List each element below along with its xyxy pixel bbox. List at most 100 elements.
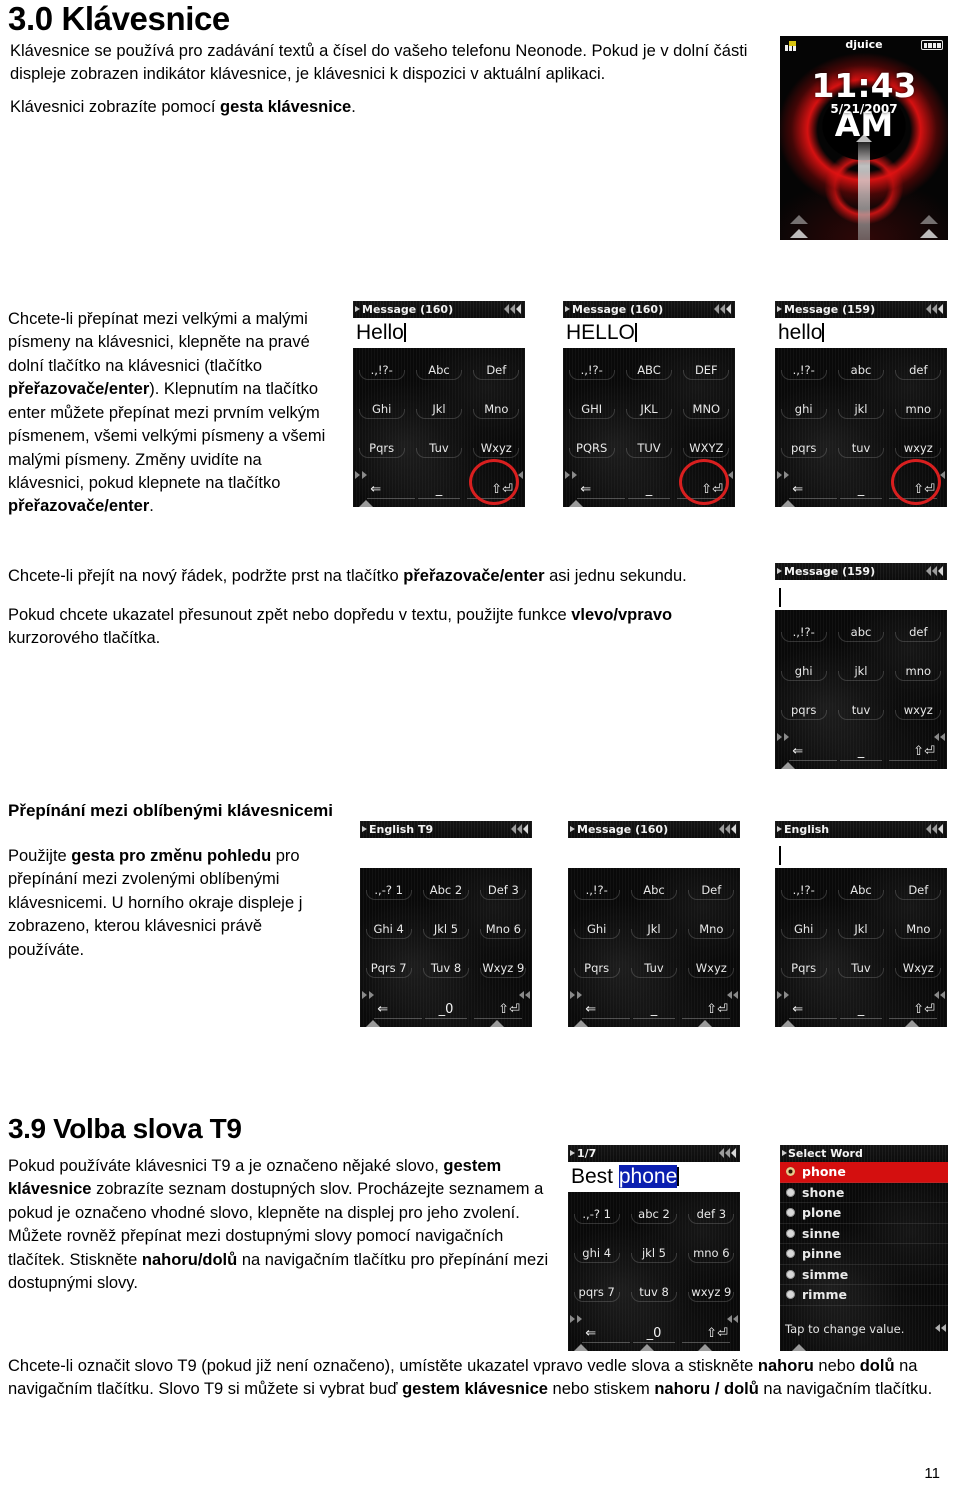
key-mno[interactable]: Mno (683, 919, 740, 940)
key-pqrs[interactable]: Pqrs (775, 958, 832, 979)
key-punct[interactable]: .,!?- (775, 880, 832, 901)
key-ghi[interactable]: Ghi (568, 919, 625, 940)
key-jkl[interactable]: jkl (832, 661, 889, 682)
list-item[interactable]: phone (780, 1162, 948, 1183)
key-tuv[interactable]: TUV (620, 438, 677, 459)
key-wxyz[interactable]: Wxyz (890, 958, 947, 979)
message-text-field[interactable]: HELLO (563, 318, 735, 348)
key-ghi[interactable]: ghi (775, 661, 832, 682)
key-abc[interactable]: Abc 2 (417, 880, 474, 901)
shift-enter-key[interactable]: ⇧⏎ (701, 481, 723, 499)
key-pqrs[interactable]: Pqrs 7 (360, 958, 417, 979)
key-abc[interactable]: abc (832, 622, 889, 643)
key-wxyz[interactable]: wxyz (890, 438, 947, 459)
key-pqrs[interactable]: Pqrs (353, 438, 410, 459)
key-tuv[interactable]: tuv (832, 700, 889, 721)
shift-enter-key[interactable]: ⇧⏎ (913, 743, 935, 761)
function-row[interactable]: ⇐ _ ⇧⏎ (775, 1001, 947, 1019)
key-punct[interactable]: .,!?- (775, 360, 832, 381)
shift-enter-key[interactable]: ⇧⏎ (706, 1001, 728, 1019)
key-def[interactable]: def 3 (683, 1204, 740, 1225)
key-jkl[interactable]: jkl (832, 399, 889, 420)
key-tuv[interactable]: tuv (832, 438, 889, 459)
key-def[interactable]: Def (468, 360, 525, 381)
key-wxyz[interactable]: Wxyz (468, 438, 525, 459)
message-text-field[interactable] (775, 838, 947, 868)
list-item[interactable]: pinne (780, 1244, 948, 1265)
key-tuv[interactable]: Tuv (832, 958, 889, 979)
key-mno[interactable]: MNO (678, 399, 735, 420)
key-ghi[interactable]: Ghi (353, 399, 410, 420)
key-punct[interactable]: .,-? 1 (568, 1204, 625, 1225)
key-tuv[interactable]: Tuv (410, 438, 467, 459)
home-slider-handle[interactable] (856, 134, 872, 240)
key-wxyz[interactable]: Wxyz 9 (475, 958, 532, 979)
key-pqrs[interactable]: pqrs (775, 700, 832, 721)
key-tuv[interactable]: Tuv 8 (417, 958, 474, 979)
key-abc[interactable]: ABC (620, 360, 677, 381)
key-punct[interactable]: .,-? 1 (360, 880, 417, 901)
function-row[interactable]: ⇐ _ ⇧⏎ (568, 1001, 740, 1019)
key-mno[interactable]: Mno 6 (475, 919, 532, 940)
key-jkl[interactable]: Jkl (410, 399, 467, 420)
key-pqrs[interactable]: Pqrs (568, 958, 625, 979)
function-row[interactable]: ⇐ _ ⇧⏎ (775, 743, 947, 761)
key-def[interactable]: Def (890, 880, 947, 901)
key-def[interactable]: DEF (678, 360, 735, 381)
function-row[interactable]: ⇐ _ ⇧⏎ (353, 481, 525, 499)
key-jkl[interactable]: Jkl 5 (417, 919, 474, 940)
key-abc[interactable]: Abc (832, 880, 889, 901)
key-def[interactable]: Def 3 (475, 880, 532, 901)
key-wxyz[interactable]: wxyz 9 (683, 1282, 740, 1303)
key-mno[interactable]: mno (890, 399, 947, 420)
key-ghi[interactable]: Ghi (775, 919, 832, 940)
key-abc[interactable]: Abc (625, 880, 682, 901)
key-def[interactable]: Def (683, 880, 740, 901)
list-item[interactable]: shone (780, 1183, 948, 1203)
function-row[interactable]: ⇐ _ ⇧⏎ (775, 481, 947, 499)
key-punct[interactable]: .,!?- (563, 360, 620, 381)
message-text-field[interactable]: Best phone (568, 1162, 740, 1192)
function-row[interactable]: ⇐ _0 ⇧⏎ (360, 1001, 532, 1019)
key-mno[interactable]: Mno (468, 399, 525, 420)
key-jkl[interactable]: JKL (620, 399, 677, 420)
key-punct[interactable]: .,!?- (353, 360, 410, 381)
shift-enter-key[interactable]: ⇧⏎ (498, 1001, 520, 1019)
message-text-field[interactable]: hello (775, 318, 947, 348)
key-ghi[interactable]: ghi (775, 399, 832, 420)
key-ghi[interactable]: ghi 4 (568, 1243, 625, 1264)
shift-enter-key[interactable]: ⇧⏎ (491, 481, 513, 499)
list-item[interactable]: rimme (780, 1285, 948, 1306)
key-wxyz[interactable]: WXYZ (678, 438, 735, 459)
key-jkl[interactable]: Jkl (625, 919, 682, 940)
key-wxyz[interactable]: wxyz (890, 700, 947, 721)
key-tuv[interactable]: Tuv (625, 958, 682, 979)
key-wxyz[interactable]: Wxyz (683, 958, 740, 979)
key-punct[interactable]: .,!?- (775, 622, 832, 643)
key-abc[interactable]: Abc (410, 360, 467, 381)
list-item[interactable]: plone (780, 1203, 948, 1224)
message-text-field[interactable] (568, 838, 740, 868)
key-ghi[interactable]: Ghi 4 (360, 919, 417, 940)
function-row[interactable]: ⇐ _ ⇧⏎ (563, 481, 735, 499)
key-pqrs[interactable]: pqrs 7 (568, 1282, 625, 1303)
key-punct[interactable]: .,!?- (568, 880, 625, 901)
key-jkl[interactable]: Jkl (832, 919, 889, 940)
shift-enter-key[interactable]: ⇧⏎ (706, 1325, 728, 1343)
message-text-field[interactable] (775, 580, 947, 610)
key-mno[interactable]: Mno (890, 919, 947, 940)
shift-enter-key[interactable]: ⇧⏎ (913, 481, 935, 499)
key-pqrs[interactable]: PQRS (563, 438, 620, 459)
list-item[interactable]: sinne (780, 1224, 948, 1244)
list-item[interactable]: simme (780, 1265, 948, 1285)
key-tuv[interactable]: tuv 8 (625, 1282, 682, 1303)
key-abc[interactable]: abc (832, 360, 889, 381)
key-def[interactable]: def (890, 360, 947, 381)
message-text-field[interactable] (360, 838, 532, 868)
key-def[interactable]: def (890, 622, 947, 643)
message-text-field[interactable]: Hello (353, 318, 525, 348)
key-mno[interactable]: mno 6 (683, 1243, 740, 1264)
function-row[interactable]: ⇐ _0 ⇧⏎ (568, 1325, 740, 1343)
key-jkl[interactable]: jkl 5 (625, 1243, 682, 1264)
key-ghi[interactable]: GHI (563, 399, 620, 420)
